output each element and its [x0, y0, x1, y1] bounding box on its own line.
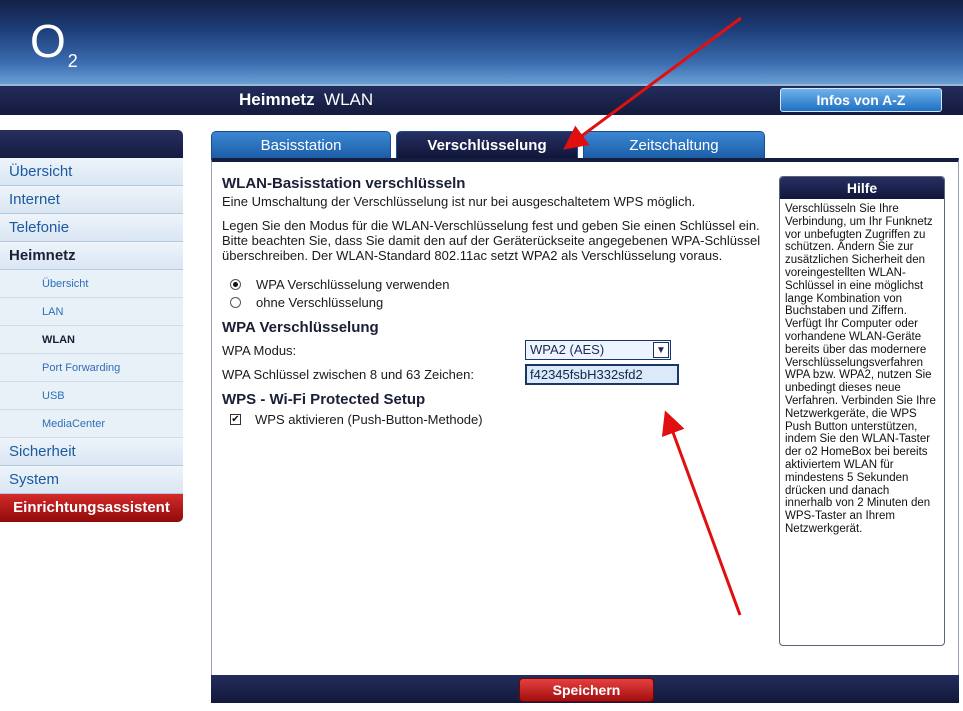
o2-logo: O2 — [30, 16, 78, 86]
main-form: WLAN-Basisstation verschlüsseln Eine Ums… — [222, 176, 767, 428]
sidebar-item-uebersicht[interactable]: Übersicht — [0, 158, 183, 186]
sidebar-subitem-lan[interactable]: LAN — [0, 298, 183, 326]
radio-row-wpa[interactable]: WPA Verschlüsselung verwenden — [222, 275, 767, 293]
sidebar-item-sicherheit[interactable]: Sicherheit — [0, 438, 183, 466]
page-title-page: WLAN — [324, 90, 374, 109]
wpa-key-row: WPA Schlüssel zwischen 8 und 63 Zeichen:… — [222, 362, 767, 386]
sidebar-item-einrichtungsassistent[interactable]: Einrichtungsassistent — [0, 494, 183, 522]
sidebar-item-telefonie[interactable]: Telefonie — [0, 214, 183, 242]
radio-wpa-label: WPA Verschlüsselung verwenden — [256, 276, 450, 292]
wps-checkbox[interactable]: ✔ — [230, 413, 241, 425]
radio-wpa[interactable] — [230, 278, 241, 290]
sidebar-header — [0, 130, 183, 158]
tab-verschluesselung[interactable]: Verschlüsselung — [396, 131, 578, 158]
footer-bar: Speichern — [211, 675, 959, 703]
content-panel: WLAN-Basisstation verschlüsseln Eine Ums… — [211, 158, 959, 675]
sidebar-subitem-mediacenter[interactable]: MediaCenter — [0, 410, 183, 438]
wpa-mode-value: WPA2 (AES) — [530, 342, 605, 357]
sidebar-item-heimnetz[interactable]: Heimnetz — [0, 242, 183, 270]
help-panel: Hilfe Verschlüsseln Sie Ihre Verbindung,… — [779, 176, 945, 646]
wps-note: Eine Umschaltung der Verschlüsselung ist… — [222, 194, 696, 209]
logo-letter: O — [30, 15, 66, 67]
chevron-down-icon[interactable]: ▼ — [653, 342, 669, 358]
sidebar-subitem-uebersicht[interactable]: Übersicht — [0, 270, 183, 298]
wps-checkbox-row[interactable]: ✔ WPS aktivieren (Push-Button-Methode) — [222, 410, 767, 428]
tab-basisstation[interactable]: Basisstation — [211, 131, 391, 158]
sidebar-item-internet[interactable]: Internet — [0, 186, 183, 214]
page-title: Heimnetz WLAN — [239, 90, 373, 110]
sidebar-subitem-wlan[interactable]: WLAN — [0, 326, 183, 354]
wpa-mode-label: WPA Modus: — [222, 342, 297, 358]
section-title-encrypt: WLAN-Basisstation verschlüsseln — [222, 175, 466, 192]
header-banner: O2 — [0, 0, 963, 86]
radio-none-label: ohne Verschlüsselung — [256, 294, 384, 310]
section-title-wpa: WPA Verschlüsselung — [222, 319, 379, 336]
radio-none[interactable] — [230, 296, 241, 308]
tab-zeitschaltung[interactable]: Zeitschaltung — [583, 131, 765, 158]
wpa-key-label: WPA Schlüssel zwischen 8 und 63 Zeichen: — [222, 366, 474, 382]
save-button[interactable]: Speichern — [519, 678, 654, 702]
wpa-key-input[interactable]: f42345fsbH332sfd2 — [525, 363, 679, 385]
sidebar-item-system[interactable]: System — [0, 466, 183, 494]
logo-subscript: 2 — [67, 51, 78, 71]
section-title-wps: WPS - Wi-Fi Protected Setup — [222, 391, 426, 408]
wps-checkbox-label: WPS aktivieren (Push-Button-Methode) — [255, 411, 483, 427]
wpa-mode-row: WPA Modus: WPA2 (AES) ▼ — [222, 338, 767, 362]
help-text: Verschlüsseln Sie Ihre Verbindung, um Ih… — [785, 203, 936, 535]
help-title: Hilfe — [780, 177, 944, 199]
sidebar-subitem-port-forwarding[interactable]: Port Forwarding — [0, 354, 183, 382]
mode-description: Legen Sie den Modus für die WLAN-Verschl… — [222, 218, 761, 263]
sidebar-nav: Übersicht Internet Telefonie Heimnetz Üb… — [0, 130, 183, 522]
infos-a-z-button[interactable]: Infos von A-Z — [780, 88, 942, 112]
sidebar-subitem-usb[interactable]: USB — [0, 382, 183, 410]
radio-row-none[interactable]: ohne Verschlüsselung — [222, 293, 767, 311]
page-title-section: Heimnetz — [239, 90, 315, 109]
wpa-mode-select[interactable]: WPA2 (AES) ▼ — [525, 340, 671, 360]
